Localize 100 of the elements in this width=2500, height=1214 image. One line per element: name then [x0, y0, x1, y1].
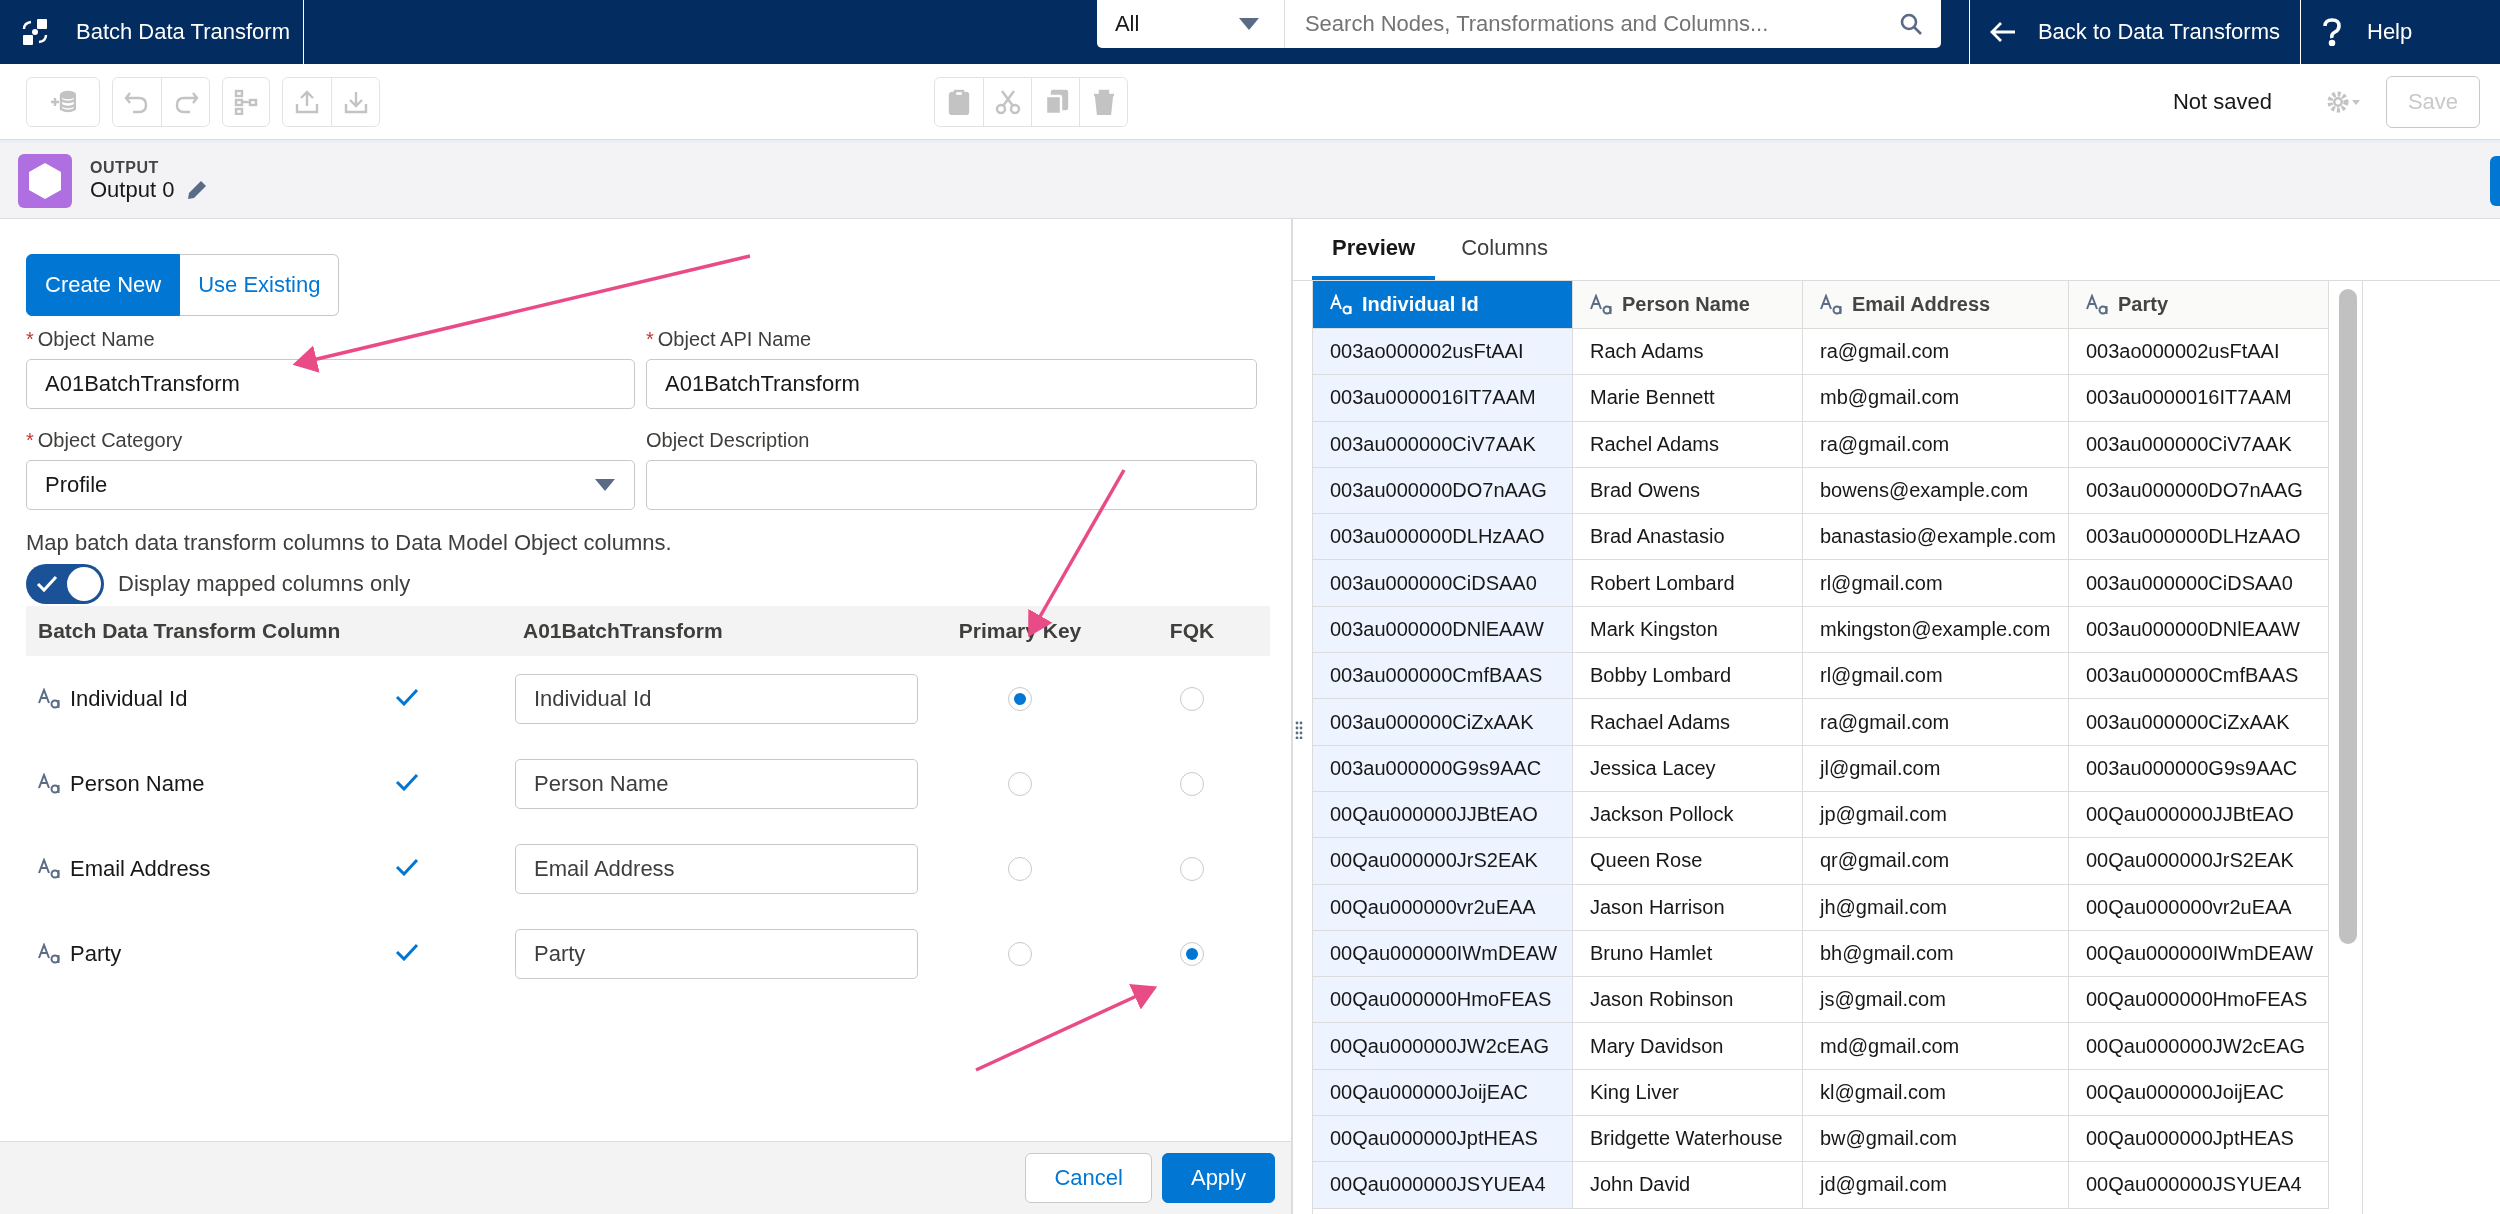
table-cell: mkingston@example.com — [1803, 606, 2069, 654]
table-cell: bw@gmail.com — [1803, 1116, 2069, 1163]
table-cell: 00Qau000000HmoFEAS — [2069, 977, 2329, 1024]
table-cell: 003au0000016IT7AAM — [2069, 375, 2329, 422]
table-cell: 003au000000CiDSAA0 — [2069, 560, 2329, 607]
text-type-icon — [1820, 293, 1844, 316]
table-cell: 003au000000DO7nAAG — [1313, 467, 1573, 515]
radio-button[interactable] — [1008, 856, 1032, 881]
table-cell: 00Qau000000IWmDEAW — [1313, 930, 1573, 978]
radio-button[interactable] — [1008, 941, 1032, 966]
table-cell: 00Qau000000JoijEAC — [1313, 1069, 1573, 1117]
table-cell: jl@gmail.com — [1803, 745, 2069, 792]
input-field[interactable] — [646, 460, 1257, 510]
column-header[interactable]: Email Address — [1803, 281, 2069, 329]
toolbar-button[interactable] — [26, 76, 100, 127]
resize-handle[interactable] — [1295, 721, 1303, 739]
column-header[interactable]: Person Name — [1573, 281, 1803, 329]
pencil-icon[interactable] — [186, 178, 209, 201]
transform-icon — [20, 17, 50, 47]
table-cell: 003au000000G9s9AAC — [2069, 745, 2329, 792]
radio-button[interactable] — [1180, 856, 1204, 881]
table-cell: 00Qau000000JptHEAS — [2069, 1116, 2329, 1163]
table-cell: John David — [1573, 1162, 1803, 1209]
table-cell: 003ao000002usFtAAI — [1313, 329, 1573, 376]
radio-button[interactable] — [1180, 686, 1204, 711]
table-cell: 00Qau000000JJBtEAO — [2069, 791, 2329, 839]
radio-button[interactable] — [1008, 771, 1032, 796]
table-cell: King Liver — [1573, 1069, 1803, 1117]
mode-tab[interactable]: Create New — [26, 254, 181, 316]
radio-button[interactable] — [1008, 686, 1032, 711]
table-cell: jp@gmail.com — [1803, 791, 2069, 839]
field-label: Object Description — [646, 429, 811, 452]
help-icon — [2323, 18, 2341, 46]
cancel-button[interactable]: Cancel — [1025, 1153, 1152, 1203]
table-cell: Jason Robinson — [1573, 977, 1803, 1024]
column-header[interactable]: Individual Id — [1313, 281, 1573, 329]
mode-tab[interactable]: Use Existing — [180, 254, 340, 316]
column-header[interactable]: Party — [2069, 281, 2329, 329]
scrollbar-thumb[interactable] — [2338, 289, 2357, 944]
table-cell: ra@gmail.com — [1803, 421, 2069, 468]
table-cell: 003au000000DO7nAAG — [2069, 467, 2329, 515]
table-cell: 00Qau000000JoijEAC — [2069, 1069, 2329, 1117]
column-header: FQK — [1169, 619, 1215, 643]
table-cell: Brad Owens — [1573, 467, 1803, 515]
side-button[interactable] — [2490, 155, 2500, 206]
input-field[interactable]: A01BatchTransform — [26, 359, 635, 409]
source-column: Party — [70, 940, 122, 967]
table-cell: 003au000000CmfBAAS — [2069, 653, 2329, 700]
check-icon — [36, 575, 58, 593]
mapping-hint: Map batch data transform columns to Data Model Object columns. — [26, 530, 673, 556]
table-cell: 003au000000CiV7AAK — [2069, 421, 2329, 468]
panel-tab[interactable]: Columns — [1441, 219, 1568, 280]
settings-icon — [2326, 89, 2362, 114]
table-cell: Bridgette Waterhouse — [1573, 1116, 1803, 1163]
column-header: Batch Data Transform Column — [38, 619, 342, 643]
upload-icon — [294, 88, 320, 115]
save-status: Not saved — [2172, 88, 2272, 115]
category-dropdown[interactable]: Profile — [26, 460, 635, 510]
table-cell: Jackson Pollock — [1573, 791, 1803, 839]
source-column: Individual Id — [70, 685, 188, 712]
node-name: Output 0 — [90, 176, 175, 203]
toggle-switch[interactable] — [26, 564, 104, 604]
back-arrow-icon — [1989, 21, 2016, 43]
search-field[interactable]: Search Nodes, Transformations and Columns... — [1284, 0, 1941, 48]
app-title: Batch Data Transform — [76, 19, 290, 45]
input-field[interactable]: Person Name — [515, 758, 918, 809]
table-cell: 00Qau000000vr2uEAA — [2069, 884, 2329, 931]
toggle-label: Display mapped columns only — [118, 571, 411, 597]
radio-button[interactable] — [1180, 941, 1204, 966]
source-column: Email Address — [70, 855, 211, 882]
table-cell: Mary Davidson — [1573, 1023, 1803, 1070]
table-cell: Jessica Lacey — [1573, 745, 1803, 792]
table-cell: Rach Adams — [1573, 329, 1803, 376]
table-cell: rl@gmail.com — [1803, 560, 2069, 607]
table-cell: 00Qau000000JSYUEA4 — [2069, 1162, 2329, 1209]
input-field[interactable]: Email Address — [515, 843, 918, 894]
text-type-icon — [38, 942, 62, 965]
scope-dropdown[interactable]: All — [1096, 0, 1285, 48]
node-type-label: OUTPUT — [90, 158, 160, 177]
table-cell: Rachel Adams — [1573, 421, 1803, 468]
toolbar-button[interactable] — [222, 76, 270, 127]
text-type-icon — [2086, 293, 2110, 316]
table-cell: 003au000000CmfBAAS — [1313, 653, 1573, 700]
search-input[interactable]: Search Nodes, Transformations and Columns... — [1302, 10, 1899, 38]
input-field[interactable]: Individual Id — [515, 673, 918, 724]
radio-button[interactable] — [1180, 771, 1204, 796]
table-cell: 00Qau000000JW2cEAG — [1313, 1023, 1573, 1070]
input-field[interactable]: A01BatchTransform — [646, 359, 1257, 409]
apply-button[interactable]: Apply — [1161, 1153, 1275, 1203]
table-cell: js@gmail.com — [1803, 977, 2069, 1024]
clipboard-icon — [946, 88, 972, 115]
table-cell: 00Qau000000JJBtEAO — [1313, 791, 1573, 839]
table-cell: 003au000000DLHzAAO — [2069, 514, 2329, 561]
table-cell: Marie Bennett — [1573, 375, 1803, 422]
table-cell: 003au000000DLHzAAO — [1313, 514, 1573, 561]
input-field[interactable]: Party — [515, 928, 918, 979]
table-cell: Bobby Lombard — [1573, 653, 1803, 700]
add-database-icon — [50, 88, 76, 115]
field-label: * Object Name — [26, 328, 156, 351]
table-cell: ra@gmail.com — [1803, 329, 2069, 376]
